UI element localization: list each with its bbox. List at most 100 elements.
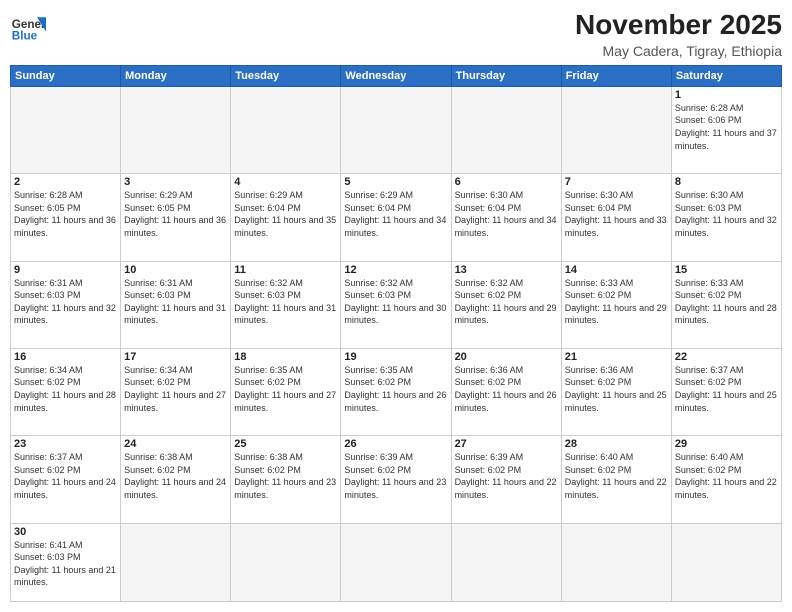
day-info: Sunrise: 6:40 AM Sunset: 6:02 PM Dayligh…: [675, 451, 778, 501]
calendar-cell: [561, 86, 671, 173]
calendar-cell: 15Sunrise: 6:33 AM Sunset: 6:02 PM Dayli…: [671, 261, 781, 348]
day-info: Sunrise: 6:29 AM Sunset: 6:04 PM Dayligh…: [344, 189, 447, 239]
calendar-cell: 22Sunrise: 6:37 AM Sunset: 6:02 PM Dayli…: [671, 348, 781, 435]
calendar-cell: [561, 523, 671, 601]
calendar-cell: 19Sunrise: 6:35 AM Sunset: 6:02 PM Dayli…: [341, 348, 451, 435]
calendar-cell: 27Sunrise: 6:39 AM Sunset: 6:02 PM Dayli…: [451, 436, 561, 523]
day-number: 2: [14, 176, 117, 188]
day-number: 27: [455, 438, 558, 450]
day-info: Sunrise: 6:39 AM Sunset: 6:02 PM Dayligh…: [455, 451, 558, 501]
day-number: 12: [344, 264, 447, 276]
day-info: Sunrise: 6:29 AM Sunset: 6:04 PM Dayligh…: [234, 189, 337, 239]
day-number: 21: [565, 351, 668, 363]
day-info: Sunrise: 6:37 AM Sunset: 6:02 PM Dayligh…: [675, 364, 778, 414]
day-info: Sunrise: 6:41 AM Sunset: 6:03 PM Dayligh…: [14, 539, 117, 589]
day-info: Sunrise: 6:34 AM Sunset: 6:02 PM Dayligh…: [14, 364, 117, 414]
calendar-cell: 16Sunrise: 6:34 AM Sunset: 6:02 PM Dayli…: [11, 348, 121, 435]
day-number: 17: [124, 351, 227, 363]
day-info: Sunrise: 6:28 AM Sunset: 6:06 PM Dayligh…: [675, 102, 778, 152]
calendar-cell: 12Sunrise: 6:32 AM Sunset: 6:03 PM Dayli…: [341, 261, 451, 348]
day-number: 23: [14, 438, 117, 450]
calendar-cell: [11, 86, 121, 173]
day-number: 3: [124, 176, 227, 188]
calendar-cell: 29Sunrise: 6:40 AM Sunset: 6:02 PM Dayli…: [671, 436, 781, 523]
day-number: 7: [565, 176, 668, 188]
calendar-cell: [121, 86, 231, 173]
day-number: 9: [14, 264, 117, 276]
calendar-cell: 28Sunrise: 6:40 AM Sunset: 6:02 PM Dayli…: [561, 436, 671, 523]
day-number: 30: [14, 526, 117, 538]
day-header-tuesday: Tuesday: [231, 65, 341, 86]
calendar-week-row: 1Sunrise: 6:28 AM Sunset: 6:06 PM Daylig…: [11, 86, 782, 173]
calendar-cell: 3Sunrise: 6:29 AM Sunset: 6:05 PM Daylig…: [121, 174, 231, 261]
day-header-sunday: Sunday: [11, 65, 121, 86]
day-info: Sunrise: 6:38 AM Sunset: 6:02 PM Dayligh…: [124, 451, 227, 501]
day-number: 14: [565, 264, 668, 276]
calendar-cell: 6Sunrise: 6:30 AM Sunset: 6:04 PM Daylig…: [451, 174, 561, 261]
day-info: Sunrise: 6:30 AM Sunset: 6:04 PM Dayligh…: [455, 189, 558, 239]
day-info: Sunrise: 6:33 AM Sunset: 6:02 PM Dayligh…: [565, 277, 668, 327]
day-number: 20: [455, 351, 558, 363]
day-number: 26: [344, 438, 447, 450]
day-info: Sunrise: 6:39 AM Sunset: 6:02 PM Dayligh…: [344, 451, 447, 501]
day-info: Sunrise: 6:29 AM Sunset: 6:05 PM Dayligh…: [124, 189, 227, 239]
day-info: Sunrise: 6:36 AM Sunset: 6:02 PM Dayligh…: [565, 364, 668, 414]
day-info: Sunrise: 6:35 AM Sunset: 6:02 PM Dayligh…: [344, 364, 447, 414]
generalblue-logo-icon: General Blue: [10, 10, 46, 46]
day-info: Sunrise: 6:35 AM Sunset: 6:02 PM Dayligh…: [234, 364, 337, 414]
day-number: 8: [675, 176, 778, 188]
day-number: 1: [675, 89, 778, 101]
day-info: Sunrise: 6:34 AM Sunset: 6:02 PM Dayligh…: [124, 364, 227, 414]
day-info: Sunrise: 6:33 AM Sunset: 6:02 PM Dayligh…: [675, 277, 778, 327]
calendar-cell: 14Sunrise: 6:33 AM Sunset: 6:02 PM Dayli…: [561, 261, 671, 348]
day-number: 16: [14, 351, 117, 363]
calendar-cell: 5Sunrise: 6:29 AM Sunset: 6:04 PM Daylig…: [341, 174, 451, 261]
day-number: 5: [344, 176, 447, 188]
day-info: Sunrise: 6:32 AM Sunset: 6:02 PM Dayligh…: [455, 277, 558, 327]
calendar-cell: 26Sunrise: 6:39 AM Sunset: 6:02 PM Dayli…: [341, 436, 451, 523]
calendar-cell: [671, 523, 781, 601]
day-info: Sunrise: 6:31 AM Sunset: 6:03 PM Dayligh…: [14, 277, 117, 327]
header: General Blue November 2025 May Cadera, T…: [10, 10, 782, 59]
day-number: 18: [234, 351, 337, 363]
day-header-friday: Friday: [561, 65, 671, 86]
calendar-cell: [451, 523, 561, 601]
calendar-cell: [341, 86, 451, 173]
day-info: Sunrise: 6:36 AM Sunset: 6:02 PM Dayligh…: [455, 364, 558, 414]
calendar-cell: 25Sunrise: 6:38 AM Sunset: 6:02 PM Dayli…: [231, 436, 341, 523]
calendar-cell: 4Sunrise: 6:29 AM Sunset: 6:04 PM Daylig…: [231, 174, 341, 261]
calendar-week-row: 9Sunrise: 6:31 AM Sunset: 6:03 PM Daylig…: [11, 261, 782, 348]
calendar-cell: 1Sunrise: 6:28 AM Sunset: 6:06 PM Daylig…: [671, 86, 781, 173]
calendar-cell: 7Sunrise: 6:30 AM Sunset: 6:04 PM Daylig…: [561, 174, 671, 261]
day-number: 11: [234, 264, 337, 276]
day-number: 10: [124, 264, 227, 276]
calendar-cell: 30Sunrise: 6:41 AM Sunset: 6:03 PM Dayli…: [11, 523, 121, 601]
day-number: 6: [455, 176, 558, 188]
day-header-wednesday: Wednesday: [341, 65, 451, 86]
day-info: Sunrise: 6:32 AM Sunset: 6:03 PM Dayligh…: [344, 277, 447, 327]
calendar-cell: 17Sunrise: 6:34 AM Sunset: 6:02 PM Dayli…: [121, 348, 231, 435]
day-number: 13: [455, 264, 558, 276]
day-info: Sunrise: 6:30 AM Sunset: 6:04 PM Dayligh…: [565, 189, 668, 239]
calendar-cell: 8Sunrise: 6:30 AM Sunset: 6:03 PM Daylig…: [671, 174, 781, 261]
day-info: Sunrise: 6:38 AM Sunset: 6:02 PM Dayligh…: [234, 451, 337, 501]
calendar-cell: 18Sunrise: 6:35 AM Sunset: 6:02 PM Dayli…: [231, 348, 341, 435]
day-header-monday: Monday: [121, 65, 231, 86]
calendar-cell: 20Sunrise: 6:36 AM Sunset: 6:02 PM Dayli…: [451, 348, 561, 435]
day-info: Sunrise: 6:37 AM Sunset: 6:02 PM Dayligh…: [14, 451, 117, 501]
day-info: Sunrise: 6:40 AM Sunset: 6:02 PM Dayligh…: [565, 451, 668, 501]
calendar-cell: [451, 86, 561, 173]
calendar-header-row: SundayMondayTuesdayWednesdayThursdayFrid…: [11, 65, 782, 86]
day-number: 25: [234, 438, 337, 450]
day-info: Sunrise: 6:31 AM Sunset: 6:03 PM Dayligh…: [124, 277, 227, 327]
day-number: 19: [344, 351, 447, 363]
calendar-table: SundayMondayTuesdayWednesdayThursdayFrid…: [10, 65, 782, 602]
logo: General Blue: [10, 10, 46, 46]
calendar-week-row: 16Sunrise: 6:34 AM Sunset: 6:02 PM Dayli…: [11, 348, 782, 435]
day-number: 29: [675, 438, 778, 450]
day-number: 22: [675, 351, 778, 363]
calendar-cell: 9Sunrise: 6:31 AM Sunset: 6:03 PM Daylig…: [11, 261, 121, 348]
day-number: 24: [124, 438, 227, 450]
day-info: Sunrise: 6:28 AM Sunset: 6:05 PM Dayligh…: [14, 189, 117, 239]
calendar-cell: [121, 523, 231, 601]
